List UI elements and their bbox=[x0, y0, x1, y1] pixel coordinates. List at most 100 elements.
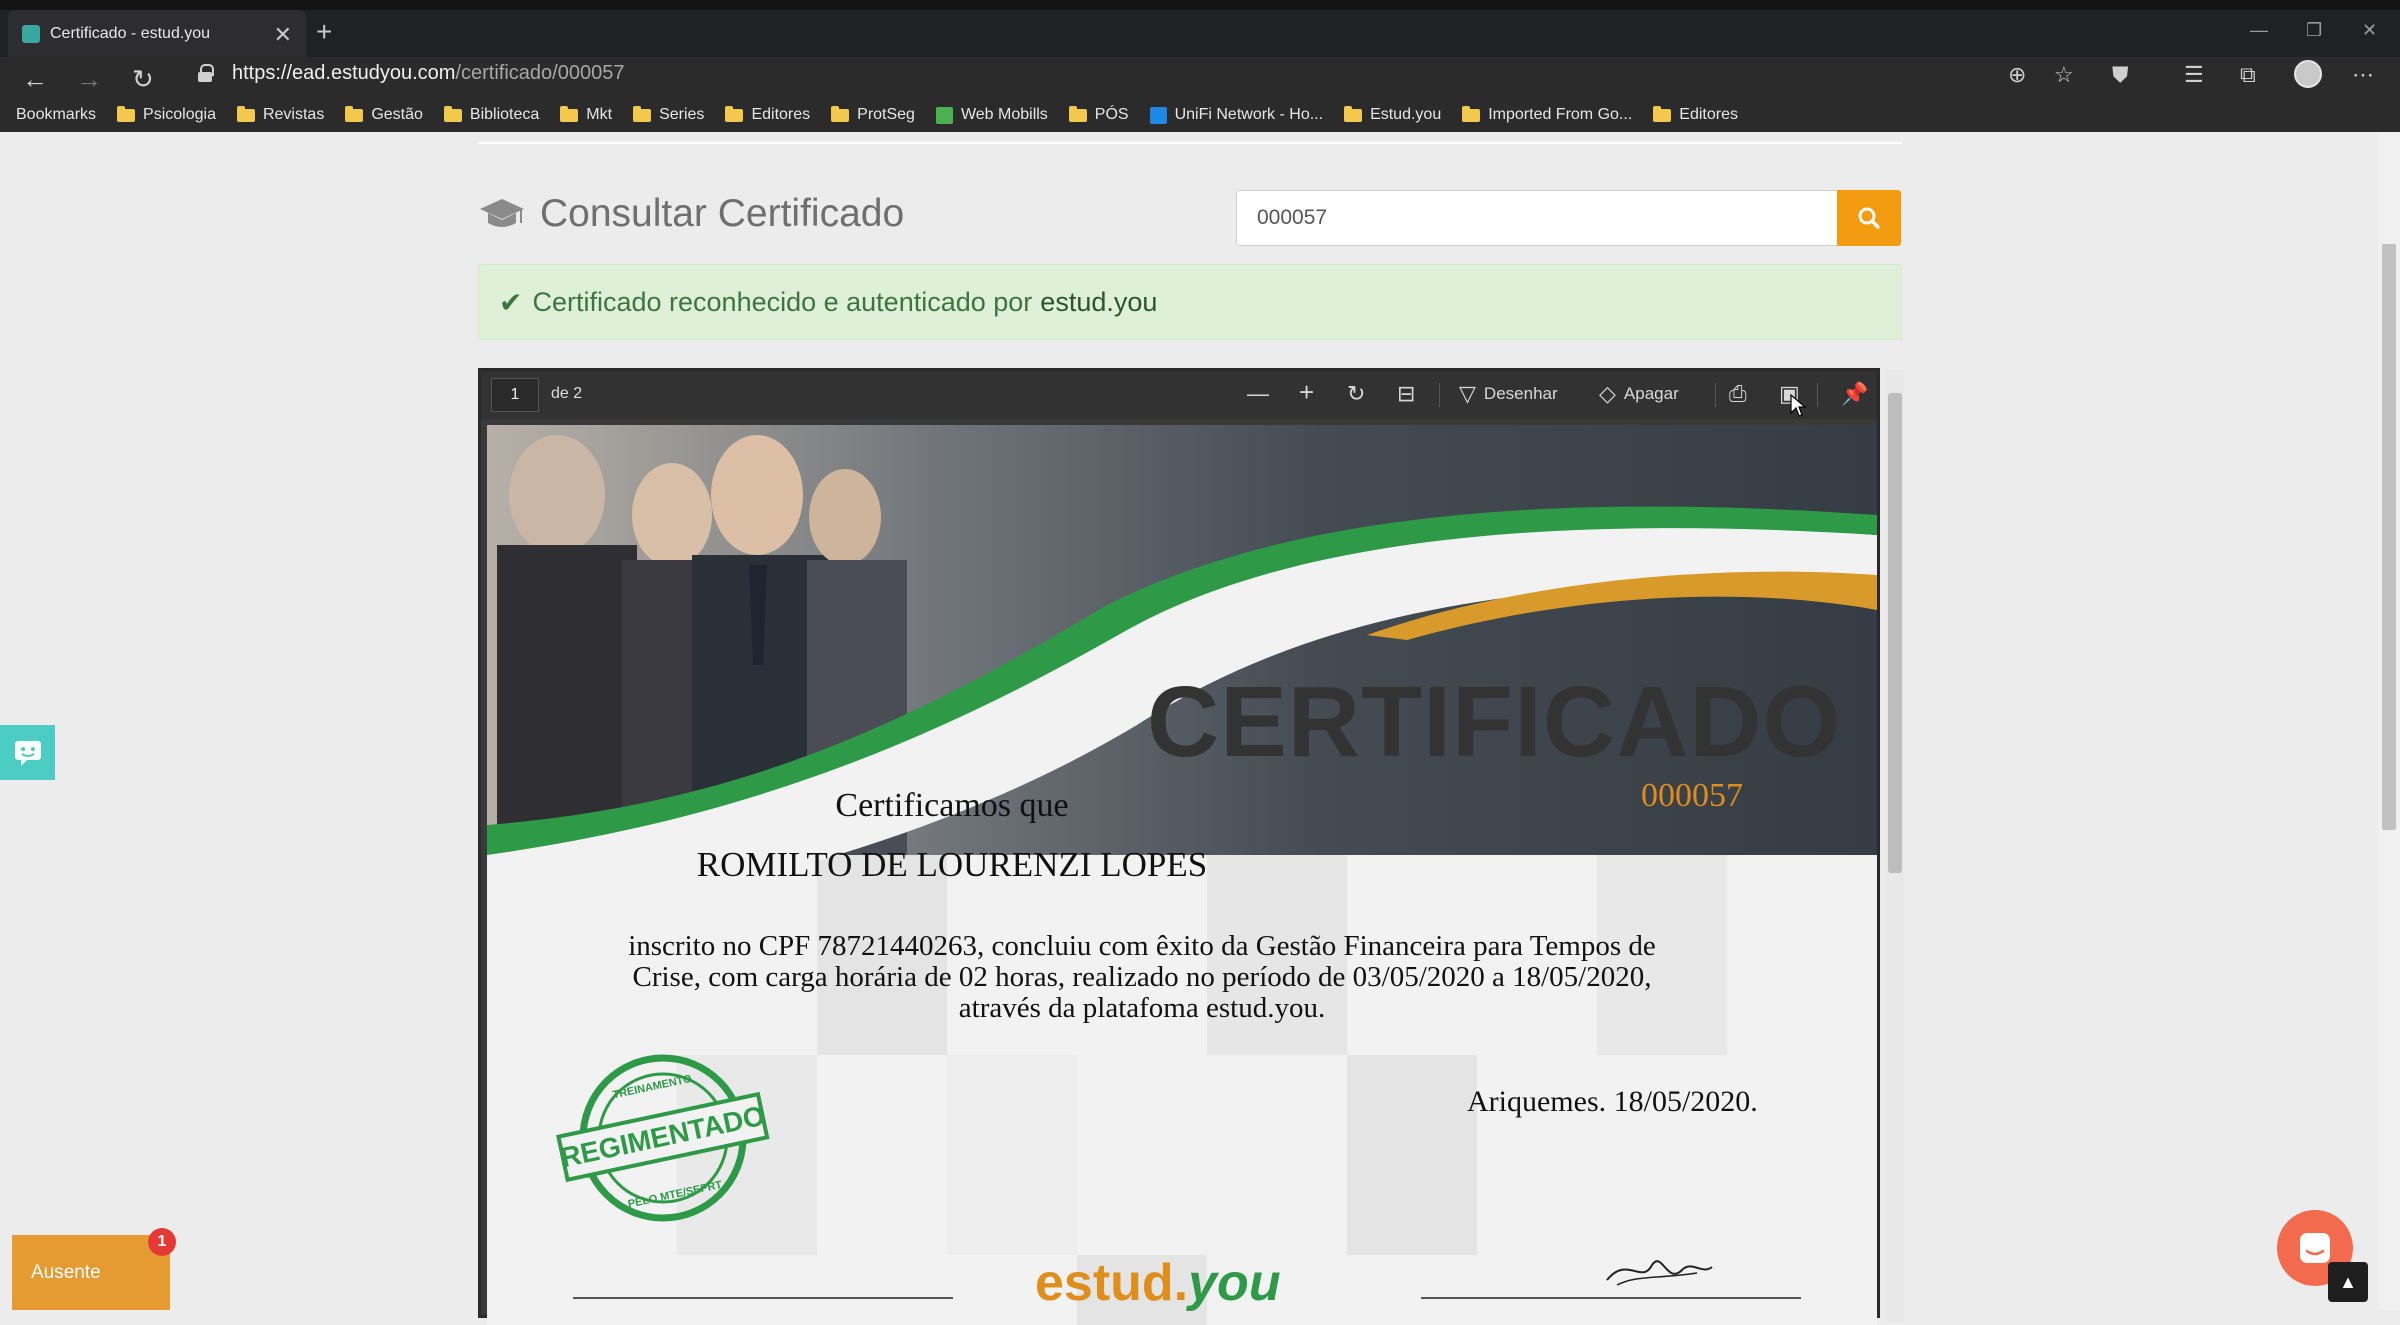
pin-icon[interactable]: 📌 bbox=[1841, 381, 1868, 407]
bookmark-label: UniFi Network - Ho... bbox=[1174, 106, 1324, 123]
certificate-body-line: inscrito no CPF 78721440263, concluiu co… bbox=[628, 930, 1656, 962]
restore-icon[interactable]: ❐ bbox=[2306, 20, 2322, 41]
bookmark-item[interactable]: Editores bbox=[1653, 105, 1738, 124]
folder-icon bbox=[633, 105, 652, 122]
certificate-search bbox=[1236, 190, 1901, 246]
tab-close-icon[interactable]: ✕ bbox=[274, 22, 292, 48]
status-button[interactable]: Ausente bbox=[12, 1235, 170, 1310]
bookmark-item[interactable]: Revistas bbox=[236, 105, 324, 124]
stamp-top-text: TREINAMENTO bbox=[612, 1073, 694, 1102]
bookmark-item[interactable]: Imported From Go... bbox=[1462, 105, 1633, 124]
toolbar-separator bbox=[1715, 383, 1716, 407]
certificate-search-input[interactable] bbox=[1236, 190, 1838, 246]
status-label: Ausente bbox=[31, 1261, 101, 1283]
signature-line-left bbox=[573, 1297, 953, 1299]
fit-page-icon[interactable]: ⊟ bbox=[1397, 381, 1415, 407]
lock-icon bbox=[198, 64, 214, 82]
bookmark-item[interactable]: Mkt bbox=[560, 105, 612, 124]
bookmark-label: PÓS bbox=[1094, 106, 1129, 123]
minimize-icon[interactable]: — bbox=[2250, 20, 2268, 41]
tab-title: Certificado - estud.you bbox=[50, 24, 211, 42]
feedback-tab[interactable] bbox=[0, 725, 55, 780]
folder-icon bbox=[725, 105, 744, 122]
bookmark-item[interactable]: Biblioteca bbox=[443, 105, 539, 124]
back-icon[interactable]: ← bbox=[22, 64, 48, 95]
window-frame bbox=[0, 0, 2400, 10]
bookmark-label: Imported From Go... bbox=[1488, 106, 1633, 123]
folder-icon bbox=[443, 105, 462, 122]
folder-icon bbox=[1344, 105, 1363, 122]
search-button[interactable] bbox=[1837, 190, 1901, 246]
zoom-out-icon[interactable]: — bbox=[1247, 381, 1269, 407]
page-content: Consultar Certificado ✔ Certificado reco… bbox=[0, 132, 2400, 1325]
favorites-list-icon[interactable]: ☰ bbox=[2184, 62, 2204, 88]
tab-strip: Certificado - estud.you ✕ + — ❐ ✕ bbox=[0, 10, 2400, 57]
erase-button[interactable]: ◇ Apagar bbox=[1599, 381, 1679, 407]
certificate-title: CERTIFICADO bbox=[1147, 666, 1842, 778]
toolbar-separator bbox=[1439, 383, 1440, 407]
rotate-icon[interactable]: ↻ bbox=[1347, 381, 1365, 407]
bookmark-item[interactable]: Gestão bbox=[345, 105, 423, 124]
collections-icon[interactable]: ⧉ bbox=[2240, 62, 2256, 88]
bookmark-label: Series bbox=[659, 106, 705, 123]
folder-icon bbox=[236, 105, 255, 122]
draw-button[interactable]: ▽ Desenhar bbox=[1459, 381, 1558, 407]
page-total: de 2 bbox=[551, 385, 583, 402]
bookmark-item[interactable]: Estud.you bbox=[1344, 105, 1442, 124]
more-menu-icon[interactable]: ⋯ bbox=[2352, 62, 2374, 88]
folder-icon bbox=[345, 105, 364, 122]
certificate-name: ROMILTO DE LOURENZI LOPES bbox=[696, 845, 1208, 884]
scroll-top-button[interactable]: ▲ bbox=[2328, 1262, 2368, 1302]
page-scrollbar[interactable] bbox=[2378, 132, 2400, 1310]
add-page-icon[interactable]: ⊕ bbox=[2008, 62, 2026, 88]
signature-scribble bbox=[1606, 1260, 1713, 1286]
bookmark-item[interactable]: ProtSeg bbox=[831, 105, 915, 124]
url-field[interactable]: https://ead.estudyou.com/certificado/000… bbox=[232, 62, 624, 85]
print-icon[interactable]: ⎙ bbox=[1729, 381, 1747, 407]
arrow-up-icon: ▲ bbox=[2339, 1271, 2357, 1292]
pdf-scrollbar-thumb[interactable] bbox=[1888, 393, 1902, 873]
bookmark-label: Bookmarks bbox=[16, 106, 97, 123]
folder-icon bbox=[831, 105, 850, 122]
verification-alert: ✔ Certificado reconhecido e autenticado … bbox=[478, 264, 1902, 340]
pdf-scrollbar[interactable] bbox=[1886, 371, 1904, 1321]
logo-accent: you bbox=[1188, 1254, 1281, 1312]
bookmark-label: ProtSeg bbox=[857, 106, 915, 123]
url-host: https://ead.estudyou.com bbox=[232, 62, 456, 84]
favorite-star-icon[interactable]: ☆ bbox=[2054, 62, 2074, 88]
search-icon bbox=[1858, 207, 1880, 229]
page-number-input[interactable]: 1 bbox=[491, 378, 539, 412]
profile-avatar[interactable] bbox=[2294, 60, 2322, 88]
certificate-body: inscrito no CPF 78721440263, concluiu co… bbox=[587, 931, 1697, 1024]
folder-icon bbox=[560, 105, 579, 122]
folder-icon bbox=[1068, 105, 1087, 122]
bookmark-label: Editores bbox=[1679, 106, 1738, 123]
certificate-body-line: através da platafoma estud.you. bbox=[958, 992, 1326, 1024]
bookmark-item[interactable]: PÓS bbox=[1068, 105, 1129, 124]
shield-extension-icon[interactable]: ⛊ bbox=[2112, 62, 2129, 88]
pdf-toolbar: 1 de 2 — + ↻ ⊟ ▽ Desenhar ◇ Apagar ⎙ ▣ 📌 bbox=[481, 371, 1877, 419]
toolbar-separator bbox=[1817, 383, 1818, 407]
page-heading: Consultar Certificado bbox=[478, 192, 904, 236]
forward-icon[interactable]: → bbox=[76, 64, 102, 95]
url-path: /certificado/000057 bbox=[455, 62, 625, 84]
bookmark-label: Web Mobills bbox=[960, 106, 1048, 123]
bookmark-item[interactable]: Psicologia bbox=[117, 105, 216, 124]
bookmark-item[interactable]: Series bbox=[633, 105, 705, 124]
new-tab-icon[interactable]: + bbox=[316, 16, 332, 48]
page-scrollbar-thumb[interactable] bbox=[2382, 244, 2396, 830]
draw-icon: ▽ bbox=[1459, 381, 1476, 406]
certificate-page: CERTIFICADO 000057 Certificamos que ROMI… bbox=[487, 425, 1877, 1325]
zoom-in-icon[interactable]: + bbox=[1299, 377, 1314, 408]
close-window-icon[interactable]: ✕ bbox=[2362, 20, 2377, 41]
bookmark-item[interactable]: Bookmarks bbox=[0, 106, 97, 247]
reload-icon[interactable]: ↻ bbox=[132, 64, 154, 95]
mouse-cursor-icon bbox=[1790, 394, 1806, 417]
check-icon: ✔ bbox=[499, 286, 523, 318]
tab-active[interactable]: Certificado - estud.you ✕ bbox=[8, 10, 306, 57]
bookmark-item[interactable]: UniFi Network - Ho... bbox=[1149, 106, 1324, 124]
draw-label: Desenhar bbox=[1483, 384, 1558, 403]
bookmark-label: Estud.you bbox=[1370, 106, 1442, 123]
bookmark-item[interactable]: Web Mobills bbox=[935, 106, 1048, 124]
bookmark-item[interactable]: Editores bbox=[725, 105, 810, 124]
